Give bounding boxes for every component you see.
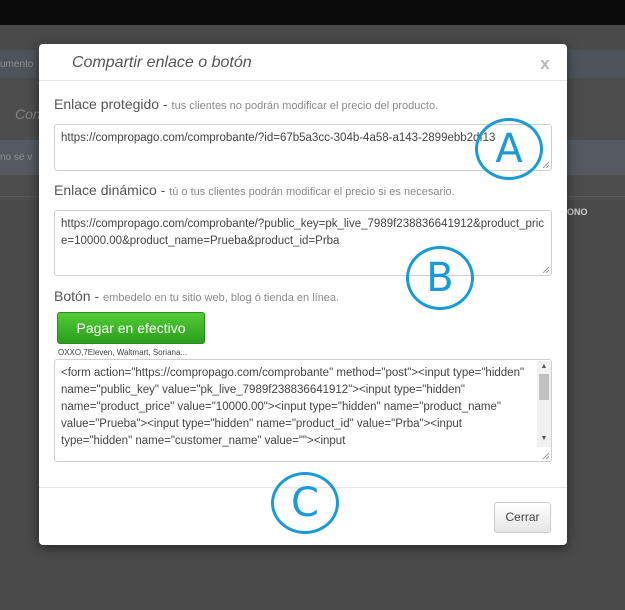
accepted-stores-text: OXXO,7Eleven, Waltmart, Soriana...	[58, 348, 188, 357]
scroll-down-icon[interactable]: ▼	[537, 433, 551, 445]
resize-grip-icon[interactable]	[542, 161, 549, 168]
embed-code-scrollbar[interactable]: ▲ ▼	[537, 361, 551, 447]
close-icon[interactable]: x	[536, 55, 554, 73]
protected-link-value: https://compropago.com/comprobante/?id=6…	[61, 132, 496, 144]
dynamic-link-label-row: Enlace dinámico - tú o tus clientes podr…	[54, 182, 455, 198]
background-strip-text: umento	[0, 59, 34, 70]
button-section-hint: embedelo en tu sitio web, blog ó tienda …	[103, 292, 340, 304]
background-column-header: ONO	[567, 207, 588, 217]
share-link-modal: Compartir enlace o botón x Enlace proteg…	[39, 44, 567, 545]
close-button[interactable]: Cerrar	[494, 502, 551, 533]
dynamic-link-hint: tú o tus clientes podrán modificar el pr…	[169, 186, 455, 198]
background-panel-title: Con	[15, 106, 41, 122]
button-section-label-row: Botón - embedelo en tu sitio web, blog ó…	[54, 288, 339, 304]
protected-link-label: Enlace protegido	[54, 96, 160, 112]
dynamic-link-textarea[interactable]: https://compropago.com/comprobante/?publ…	[54, 210, 552, 276]
annotation-marker-c: C	[271, 472, 339, 534]
resize-grip-icon[interactable]	[542, 452, 549, 459]
dynamic-link-separator: -	[156, 182, 170, 198]
embed-code-textarea[interactable]: <form action="https://compropago.com/com…	[54, 359, 552, 462]
protected-link-label-row: Enlace protegido - tus clientes no podrá…	[54, 96, 438, 112]
embed-code-value: <form action="https://compropago.com/com…	[61, 367, 525, 447]
modal-header: Compartir enlace o botón x	[39, 44, 567, 81]
annotation-marker-b: B	[406, 246, 474, 310]
scroll-up-icon[interactable]: ▲	[537, 361, 551, 373]
pay-cash-button[interactable]: Pagar en efectivo	[57, 312, 205, 344]
resize-grip-icon[interactable]	[542, 266, 549, 273]
button-section-label: Botón	[54, 288, 91, 304]
annotation-marker-a: A	[475, 118, 543, 180]
app-top-bar	[0, 0, 625, 25]
background-notice-text: no se v	[0, 152, 33, 163]
button-section-separator: -	[90, 288, 104, 304]
protected-link-hint: tus clientes no podrán modificar el prec…	[171, 100, 439, 112]
dynamic-link-value: https://compropago.com/comprobante/?publ…	[61, 218, 545, 247]
modal-title: Compartir enlace o botón	[72, 54, 252, 71]
scroll-thumb[interactable]	[539, 374, 549, 400]
dynamic-link-label: Enlace dinámico	[54, 182, 157, 198]
protected-link-separator: -	[159, 96, 172, 112]
